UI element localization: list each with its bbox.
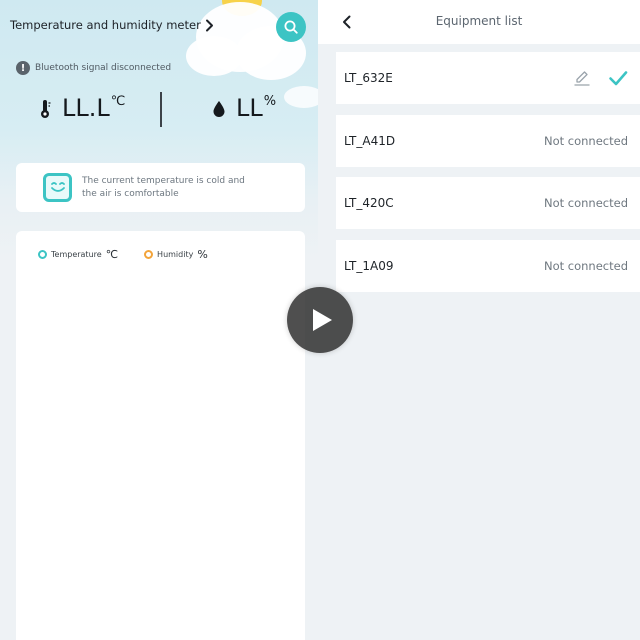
device-row[interactable]: LT_A41D Not connected	[336, 115, 640, 167]
water-drop-icon	[213, 101, 225, 117]
search-icon	[284, 20, 298, 34]
legend-unit: %	[197, 248, 208, 261]
chevron-right-icon	[205, 19, 213, 31]
device-status: Not connected	[543, 196, 628, 210]
search-button[interactable]	[276, 12, 306, 42]
bluetooth-status-text: Bluetooth signal disconnected	[35, 63, 172, 73]
device-status: Not connected	[543, 259, 628, 273]
bluetooth-status: ! Bluetooth signal disconnected	[16, 61, 171, 75]
device-row[interactable]: LT_1A09 Not connected	[336, 240, 640, 292]
reading-divider	[160, 92, 162, 127]
equipment-list-screen: Equipment list LT_632E LT_A41D Not conne…	[318, 0, 640, 640]
legend-unit: ℃	[105, 248, 119, 261]
temperature-unit: ℃	[110, 94, 126, 109]
home-screen: Temperature and humidity meter ! Bluetoo…	[0, 0, 318, 640]
page-title: Equipment list	[435, 14, 523, 28]
checkmark-icon[interactable]	[608, 68, 628, 88]
legend-label: Humidity	[157, 250, 194, 259]
cloud-decoration	[186, 36, 242, 76]
play-icon	[313, 309, 332, 331]
device-status: Not connected	[543, 134, 628, 148]
humidity-value: LL	[236, 94, 263, 122]
alert-icon: !	[16, 61, 30, 75]
cloud-decoration	[284, 86, 318, 108]
temperature-value: LL.L	[62, 94, 110, 122]
device-row[interactable]: LT_420C Not connected	[336, 177, 640, 229]
device-name: LT_1A09	[344, 259, 394, 273]
app-title-link[interactable]: Temperature and humidity meter	[10, 18, 214, 32]
edit-icon[interactable]	[572, 68, 592, 88]
play-button[interactable]	[287, 287, 353, 353]
smile-face-icon	[43, 173, 72, 202]
device-name: LT_A41D	[344, 134, 396, 148]
legend-dot-temperature	[38, 250, 47, 259]
header-bar: Equipment list	[318, 0, 640, 44]
device-row[interactable]: LT_632E	[336, 52, 640, 104]
temperature-reading: LL.L ℃	[38, 94, 125, 122]
comfort-status-text: The current temperature is cold and the …	[82, 175, 245, 199]
device-name: LT_420C	[344, 196, 394, 210]
legend-temperature[interactable]: Temperature ℃	[38, 248, 118, 261]
device-name: LT_632E	[344, 71, 393, 85]
comfort-status-card: The current temperature is cold and the …	[16, 163, 305, 212]
app-title: Temperature and humidity meter	[10, 18, 201, 32]
chart-legend: Temperature ℃ Humidity %	[38, 248, 208, 261]
humidity-reading: LL %	[212, 94, 276, 122]
thermometer-icon	[41, 100, 51, 118]
legend-humidity[interactable]: Humidity %	[144, 248, 208, 261]
legend-label: Temperature	[51, 250, 102, 259]
history-chart-card: Temperature ℃ Humidity %	[16, 231, 305, 640]
device-actions	[572, 68, 628, 88]
legend-dot-humidity	[144, 250, 154, 259]
humidity-unit: %	[263, 94, 277, 109]
